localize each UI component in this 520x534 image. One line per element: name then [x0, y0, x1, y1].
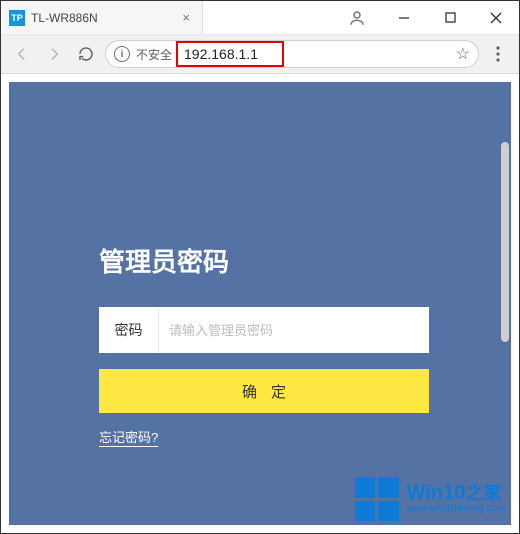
address-bar[interactable]: i 不安全 192.168.1.1 ☆ — [105, 40, 479, 68]
browser-menu-button[interactable] — [485, 41, 511, 67]
viewport: 管理员密码 密码 确定 忘记密码? Win10之家 www.win10xiton… — [1, 74, 519, 533]
vertical-scrollbar[interactable] — [501, 142, 509, 342]
login-form: 管理员密码 密码 确定 忘记密码? — [99, 242, 429, 447]
watermark-url: www.win10xitong.com — [407, 504, 505, 515]
bookmark-star-icon[interactable]: ☆ — [456, 44, 470, 64]
back-button[interactable] — [9, 41, 35, 67]
tab-title: TL-WR886N — [31, 11, 174, 25]
password-input[interactable] — [159, 307, 429, 353]
maximize-button[interactable] — [427, 1, 473, 34]
password-label: 密码 — [99, 307, 159, 353]
watermark-brand: Win10之家 — [407, 483, 505, 504]
confirm-button[interactable]: 确定 — [99, 369, 429, 413]
site-info-icon[interactable]: i — [114, 46, 130, 62]
toolbar: i 不安全 192.168.1.1 ☆ — [1, 35, 519, 74]
minimize-button[interactable] — [381, 1, 427, 34]
page-title: 管理员密码 — [99, 242, 429, 279]
window-controls — [381, 1, 519, 34]
watermark: Win10之家 www.win10xitong.com — [355, 477, 505, 521]
favicon: TP — [9, 10, 25, 26]
user-icon[interactable] — [337, 9, 377, 27]
windows-logo-icon — [355, 477, 399, 521]
forgot-password-link[interactable]: 忘记密码? — [99, 427, 158, 446]
tab-close-button[interactable]: × — [180, 10, 192, 25]
forward-button[interactable] — [41, 41, 67, 67]
window-titlebar: TP TL-WR886N × — [1, 1, 519, 35]
url-text: 192.168.1.1 — [176, 41, 284, 67]
titlebar-spacer — [203, 1, 381, 34]
password-row: 密码 — [99, 307, 429, 353]
reload-button[interactable] — [73, 41, 99, 67]
router-login-page: 管理员密码 密码 确定 忘记密码? — [9, 82, 511, 525]
close-window-button[interactable] — [473, 1, 519, 34]
browser-tab[interactable]: TP TL-WR886N × — [1, 1, 203, 34]
insecure-label: 不安全 — [136, 46, 172, 63]
